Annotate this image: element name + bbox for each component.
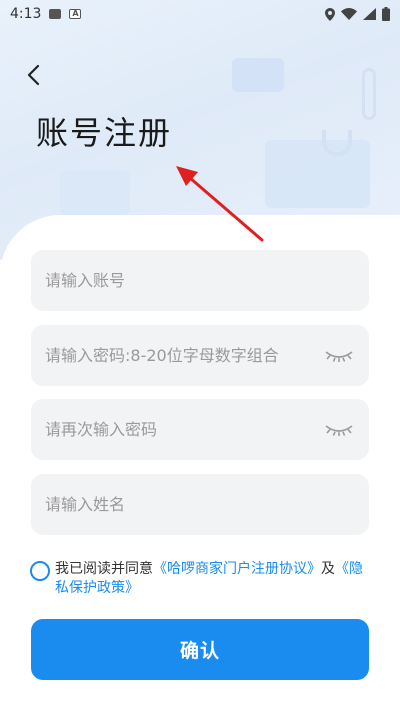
agreement-row: 我已阅读并同意《哈啰商家门户注册协议》及《隐私保护政策》 <box>30 560 375 598</box>
decor-shape <box>265 140 370 208</box>
confirm-password-input[interactable] <box>45 420 323 439</box>
status-bar: 4:13 A <box>0 0 400 28</box>
page-title: 账号注册 <box>36 114 173 152</box>
wifi-icon <box>341 8 357 20</box>
decor-shape <box>232 58 284 92</box>
status-time: 4:13 <box>10 6 42 22</box>
password-field[interactable] <box>31 325 369 386</box>
agreement-prefix: 我已阅读并同意 <box>55 561 153 577</box>
app-notification-icon: A <box>69 9 82 19</box>
location-icon <box>325 7 335 21</box>
confirm-password-field[interactable] <box>31 399 369 460</box>
confirm-button[interactable]: 确认 <box>31 619 369 680</box>
back-button[interactable] <box>20 60 46 90</box>
name-field[interactable] <box>31 474 369 535</box>
user-agreement-link[interactable]: 《哈啰商家门户注册协议》 <box>153 561 321 577</box>
image-notification-icon <box>49 9 62 19</box>
password-visibility-toggle[interactable] <box>323 348 355 364</box>
agreement-radio[interactable] <box>30 561 50 581</box>
account-input[interactable] <box>45 271 355 290</box>
name-input[interactable] <box>45 495 355 514</box>
chevron-left-icon <box>27 64 40 86</box>
agreement-text: 我已阅读并同意《哈啰商家门户注册协议》及《隐私保护政策》 <box>55 560 375 598</box>
decor-shape <box>322 130 352 156</box>
eye-closed-icon <box>325 424 353 436</box>
agreement-conjunction: 及 <box>321 561 335 577</box>
account-field[interactable] <box>31 250 369 311</box>
eye-closed-icon <box>325 350 353 362</box>
decor-shape <box>362 68 376 120</box>
decor-shape <box>60 170 130 215</box>
battery-icon <box>382 7 390 21</box>
signal-icon <box>363 8 376 20</box>
confirm-password-visibility-toggle[interactable] <box>323 422 355 438</box>
status-right-icons <box>325 7 390 21</box>
password-input[interactable] <box>45 346 323 365</box>
